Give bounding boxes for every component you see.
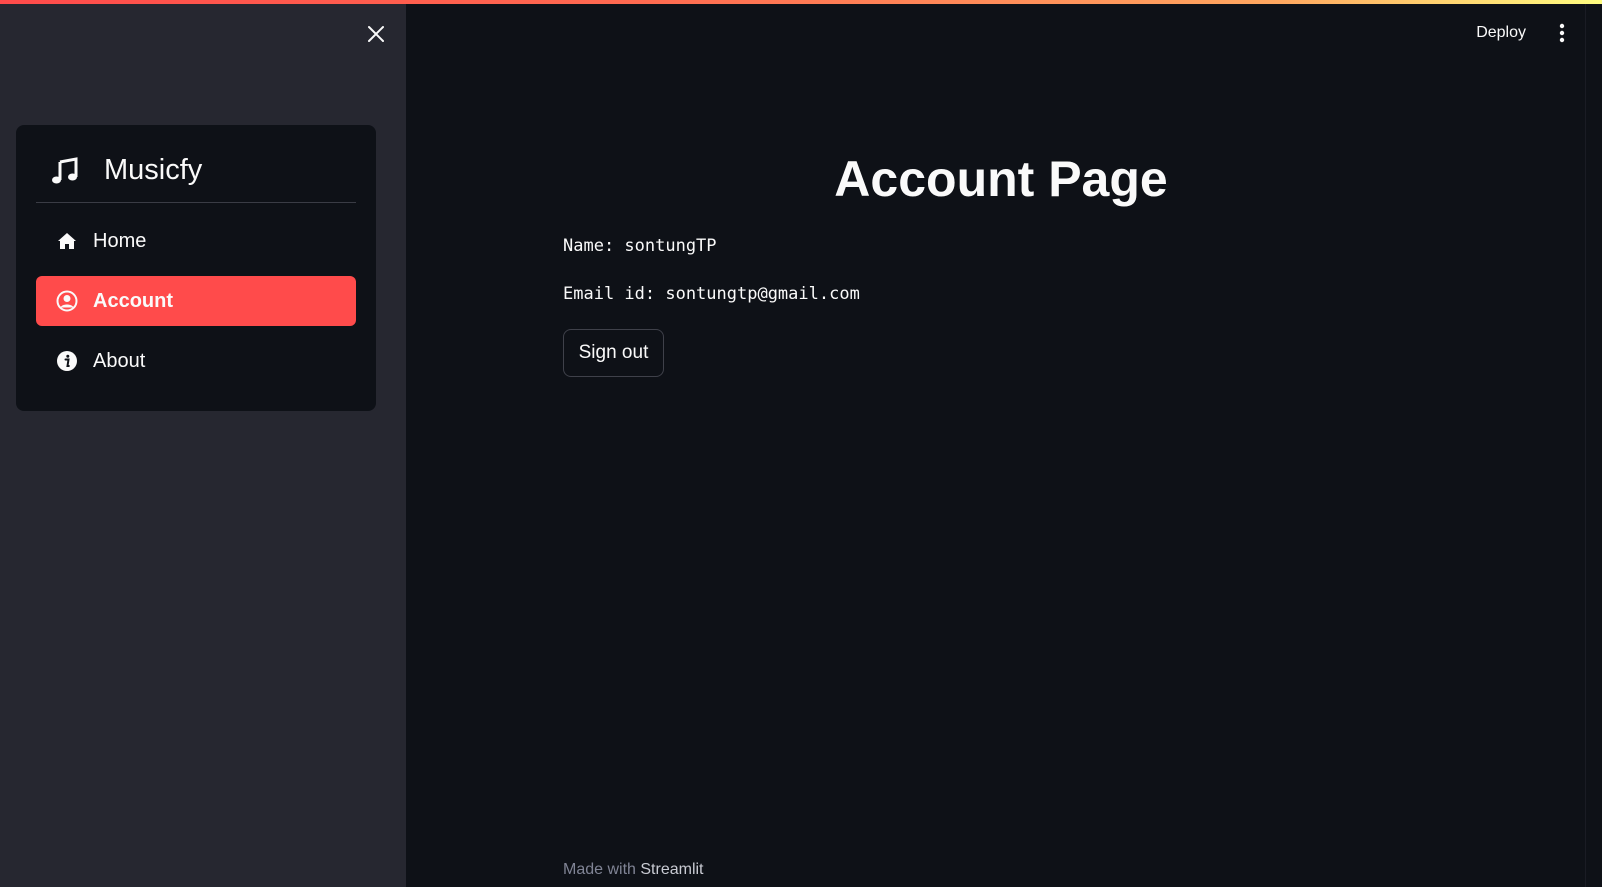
- option-menu: Musicfy Home Account About: [16, 125, 376, 411]
- sidebar: Musicfy Home Account About: [0, 0, 406, 887]
- house-icon: [56, 230, 78, 252]
- nav-item-account[interactable]: Account: [36, 276, 356, 326]
- footer-prefix: Made with: [563, 861, 636, 878]
- main-menu-button[interactable]: [1552, 19, 1572, 47]
- nav-item-home[interactable]: Home: [36, 216, 356, 266]
- nav-item-label: About: [93, 349, 146, 372]
- page-title: Account Page: [834, 151, 1168, 207]
- email-text: Email id: sontungtp@gmail.com: [563, 284, 860, 304]
- nav-item-label: Home: [93, 229, 147, 252]
- sign-out-button[interactable]: Sign out: [563, 329, 664, 377]
- close-sidebar-button[interactable]: [362, 20, 390, 48]
- person-circle-icon: [56, 290, 78, 312]
- kebab-menu-icon: [1559, 23, 1565, 43]
- scrollbar-track: [1585, 0, 1602, 887]
- menu-title: Musicfy: [36, 147, 356, 203]
- top-decoration-bar: [0, 0, 1602, 4]
- nav-item-about[interactable]: About: [36, 336, 356, 386]
- footer: Made with Streamlit: [563, 861, 704, 879]
- nav-item-label: Account: [93, 289, 173, 312]
- header-toolbar: Deploy: [1476, 18, 1572, 48]
- deploy-button[interactable]: Deploy: [1476, 24, 1526, 42]
- close-icon: [368, 26, 384, 42]
- streamlit-link[interactable]: Streamlit: [640, 861, 703, 878]
- name-text: Name: sontungTP: [563, 236, 717, 256]
- music-note-icon: [50, 155, 82, 187]
- menu-title-text: Musicfy: [104, 154, 203, 186]
- info-circle-icon: [56, 350, 78, 372]
- main-content: Account Page Name: sontungTP Email id: s…: [406, 0, 1585, 887]
